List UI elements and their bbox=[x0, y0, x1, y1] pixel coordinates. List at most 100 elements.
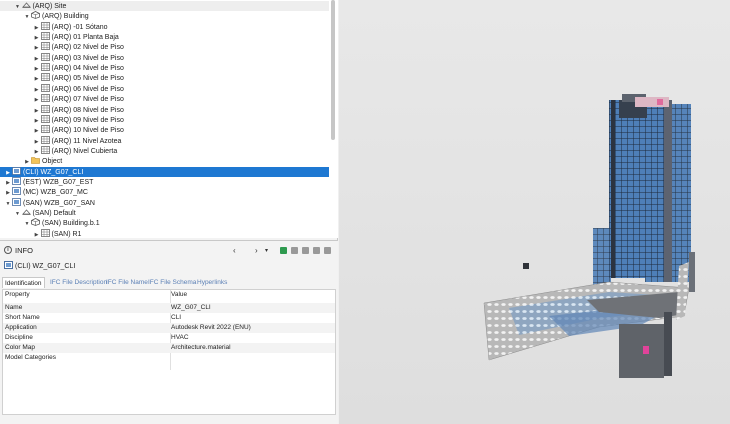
tree-item-label: (MC) WZB_G07_MC bbox=[23, 189, 88, 197]
tree-item[interactable]: ▶ (ARQ) 07 Nivel de Piso bbox=[0, 94, 329, 104]
tree-item-label: (ARQ) 01 Planta Baja bbox=[51, 34, 119, 42]
tab-ifc-file-schema[interactable]: IFC File Schema bbox=[146, 277, 198, 288]
tree-item-label: (ARQ) 05 Nivel de Piso bbox=[51, 75, 124, 83]
info-icon: i bbox=[4, 246, 12, 254]
storey-icon bbox=[40, 42, 52, 51]
tree-item[interactable]: ▶ (EST) WZB_G07_EST bbox=[0, 177, 329, 187]
property-name: Name bbox=[5, 304, 23, 311]
column-header-value[interactable]: Value bbox=[171, 290, 187, 300]
tree-item-label: (ARQ) 02 Nivel de Piso bbox=[51, 44, 124, 52]
info-title: INFO bbox=[15, 246, 33, 255]
tree-item[interactable]: ▶ (ARQ) Nivel Cubierta bbox=[0, 146, 329, 156]
history-dropdown-button[interactable]: ▾ bbox=[265, 247, 268, 254]
storey-icon bbox=[40, 32, 52, 41]
tree-item[interactable]: ▶ (ARQ) 11 Nivel Azotea bbox=[0, 135, 329, 146]
tree-item[interactable]: ▶ (ARQ) 10 Nivel de Piso bbox=[0, 125, 329, 135]
tree-item-label: (EST) WZB_G07_EST bbox=[23, 178, 94, 186]
tree-item[interactable]: ▶ (CLI) WZ_G07_CLI bbox=[0, 166, 329, 177]
storey-icon bbox=[40, 228, 52, 238]
tree-item-label: (ARQ) Nivel Cubierta bbox=[51, 147, 118, 155]
settings-icon[interactable] bbox=[313, 247, 320, 254]
tree-item-label: (ARQ) 03 Nivel de Piso bbox=[51, 54, 124, 62]
tree-item[interactable]: ▼ (SAN) WZB_G07_SAN bbox=[0, 197, 329, 208]
tree-item[interactable]: ▶ (ARQ) 01 Planta Baja bbox=[0, 32, 329, 42]
expand-toggle-icon[interactable]: ▶ bbox=[33, 230, 41, 238]
tab-ifc-file-name[interactable]: IFC File Name bbox=[104, 277, 150, 288]
storey-icon bbox=[40, 63, 52, 72]
storey-icon bbox=[40, 114, 52, 124]
back-button[interactable]: ‹ bbox=[233, 246, 236, 255]
tab-hyperlinks[interactable]: Hyperlinks bbox=[195, 277, 229, 288]
tree-item-label: Object bbox=[42, 158, 63, 166]
tree-item[interactable]: ▶ (ARQ) -01 Sótano bbox=[0, 21, 329, 32]
close-icon[interactable] bbox=[324, 247, 331, 254]
tree-item-label: (ARQ) 08 Nivel de Piso bbox=[51, 106, 124, 114]
tree-item-label: (ARQ) 10 Nivel de Piso bbox=[51, 127, 124, 135]
tree-item[interactable]: ▶ (ARQ) 09 Nivel de Piso bbox=[0, 114, 329, 125]
tree-item-label: (SAN) WZB_G07_SAN bbox=[23, 199, 95, 207]
info-panel: i INFO ‹ › ▾ (CLI) WZ_G07_CLI Identifica… bbox=[0, 240, 338, 424]
building-icon bbox=[31, 218, 42, 227]
selected-object: (CLI) WZ_G07_CLI bbox=[4, 261, 75, 271]
property-name: Discipline bbox=[5, 334, 33, 341]
3d-viewport[interactable] bbox=[339, 0, 730, 424]
property-value: Autodesk Revit 2022 (ENU) bbox=[171, 324, 251, 331]
tree-item-label: (ARQ) 09 Nivel de Piso bbox=[51, 116, 124, 124]
property-name: Model Categories bbox=[5, 354, 56, 361]
property-value: HVAC bbox=[171, 334, 189, 341]
model-icon bbox=[4, 261, 13, 269]
storey-icon bbox=[40, 146, 52, 155]
table-row[interactable]: Name WZ_G07_CLI bbox=[3, 303, 335, 313]
table-row[interactable]: Color Map Architecture.material bbox=[3, 343, 335, 353]
storey-icon bbox=[40, 73, 52, 82]
tree-item-label: (CLI) WZ_G07_CLI bbox=[23, 168, 84, 176]
tree-item[interactable]: ▶ (MC) WZB_G07_MC bbox=[0, 187, 329, 197]
left-panel: ▼ (ARQ) Site ▼ (ARQ) Building ▶ (ARQ) -01 Sót… bbox=[0, 0, 338, 424]
tree-item[interactable]: ▶ (ARQ) 02 Nivel de Piso bbox=[0, 42, 329, 52]
column-header-property[interactable]: Property bbox=[5, 290, 30, 300]
model-tree: ▼ (ARQ) Site ▼ (ARQ) Building ▶ (ARQ) -01 Sót… bbox=[0, 0, 338, 238]
tree-item[interactable]: ▶ (SAN) R1 bbox=[0, 228, 329, 238]
building-icon bbox=[31, 11, 42, 20]
site-icon bbox=[21, 2, 33, 10]
tree-item[interactable]: ▼ (SAN) Default bbox=[0, 208, 329, 218]
tree-item-label: (ARQ) Building bbox=[42, 13, 89, 21]
tree-item[interactable]: ▶ (ARQ) 04 Nivel de Piso bbox=[0, 63, 329, 73]
tab-identification[interactable]: Identification bbox=[2, 277, 45, 288]
export-icon[interactable] bbox=[302, 247, 309, 254]
tree-item-label: (ARQ) -01 Sótano bbox=[51, 23, 108, 31]
property-value: Architecture.material bbox=[171, 344, 231, 351]
tree-item-label: (ARQ) Site bbox=[32, 3, 67, 10]
tree-item-label: (ARQ) 04 Nivel de Piso bbox=[51, 65, 124, 73]
tree-item[interactable]: ▶ (ARQ) 08 Nivel de Piso bbox=[0, 104, 329, 115]
table-row[interactable]: Application Autodesk Revit 2022 (ENU) bbox=[3, 323, 335, 333]
filter-icon[interactable] bbox=[280, 247, 287, 254]
tree-item[interactable]: ▶ (ARQ) 03 Nivel de Piso bbox=[0, 52, 329, 63]
building-model-view bbox=[483, 94, 695, 378]
selected-object-label: (CLI) WZ_G07_CLI bbox=[15, 263, 76, 270]
storey-icon bbox=[40, 21, 52, 31]
tree-item[interactable]: ▶ (ARQ) 06 Nivel de Piso bbox=[0, 83, 329, 94]
tree-item[interactable]: ▼ (ARQ) Building bbox=[0, 11, 329, 21]
app-window: ▼ (ARQ) Site ▼ (ARQ) Building ▶ (ARQ) -01 Sót… bbox=[0, 0, 730, 424]
tower bbox=[593, 94, 695, 292]
storey-icon bbox=[40, 83, 52, 93]
info-header: i INFO ‹ › ▾ bbox=[0, 243, 338, 257]
model-icon bbox=[12, 177, 23, 186]
tree-item[interactable]: ▶ Object bbox=[0, 156, 329, 166]
tree-item[interactable]: ▼ (ARQ) Site bbox=[0, 1, 329, 11]
tree-scrollbar[interactable] bbox=[331, 0, 335, 140]
model-icon bbox=[12, 187, 23, 196]
property-name: Color Map bbox=[5, 344, 35, 351]
table-row[interactable]: Discipline HVAC bbox=[3, 333, 335, 343]
tree-item[interactable]: ▼ (SAN) Building.b.1 bbox=[0, 218, 329, 228]
tab-ifc-file-description[interactable]: IFC File Description bbox=[48, 277, 109, 288]
tree-item[interactable]: ▶ (ARQ) 05 Nivel de Piso bbox=[0, 73, 329, 83]
property-value: WZ_G07_CLI bbox=[171, 304, 211, 311]
property-name: Short Name bbox=[5, 314, 40, 321]
forward-button[interactable]: › bbox=[255, 246, 258, 255]
table-row[interactable]: Short Name CLI bbox=[3, 313, 335, 323]
tree-item-label: (SAN) Default bbox=[32, 210, 76, 217]
copy-icon[interactable] bbox=[291, 247, 298, 254]
table-row[interactable]: Model Categories bbox=[3, 353, 335, 363]
